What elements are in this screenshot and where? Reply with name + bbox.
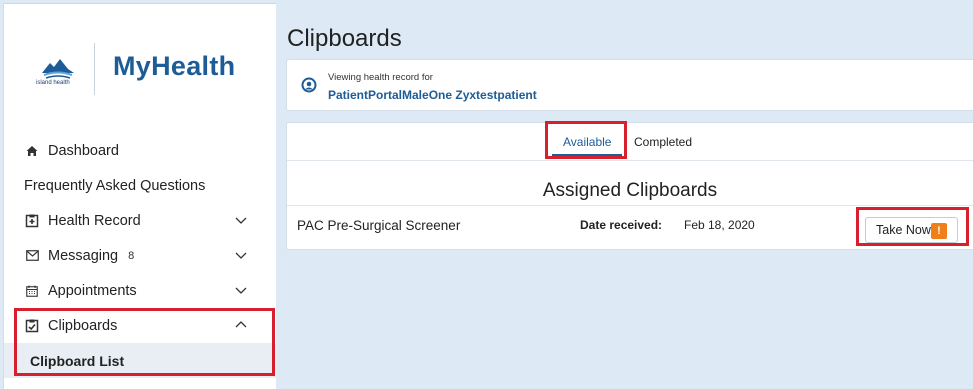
patient-banner: Viewing health record for PatientPortalM… xyxy=(286,59,973,111)
available-tab-highlight xyxy=(545,121,627,159)
sidebar-item-dashboard[interactable]: Dashboard xyxy=(4,133,277,168)
calendar-icon xyxy=(24,285,40,297)
brand-logo-text: island health xyxy=(36,80,70,86)
page-title: Clipboards xyxy=(287,25,402,52)
chevron-down-icon[interactable] xyxy=(235,284,247,296)
sidebar-item-label: Frequently Asked Questions xyxy=(24,177,206,194)
date-received-value: Feb 18, 2020 xyxy=(684,218,755,232)
section-title: Assigned Clipboards xyxy=(542,180,718,201)
chevron-down-icon[interactable] xyxy=(235,214,247,226)
sidebar-item-faq[interactable]: Frequently Asked Questions xyxy=(4,168,277,203)
patient-profile-icon xyxy=(301,77,317,93)
take-now-highlight xyxy=(856,207,969,246)
clipboard-name: PAC Pre-Surgical Screener xyxy=(297,218,461,233)
brand-name: MyHealth xyxy=(113,51,236,81)
sidebar-item-appointments[interactable]: Appointments xyxy=(4,273,277,308)
clipboards-nav-highlight xyxy=(14,308,275,376)
tabs-divider xyxy=(287,160,973,161)
medical-record-icon xyxy=(24,214,40,228)
chevron-down-icon[interactable] xyxy=(235,249,247,261)
row-divider xyxy=(287,205,973,206)
messaging-count-badge: 8 xyxy=(128,249,135,262)
brand-header[interactable]: island health MyHealth xyxy=(4,3,277,113)
patient-caption: Viewing health record for xyxy=(328,72,433,83)
sidebar-item-label: Health Record xyxy=(48,212,141,229)
home-icon xyxy=(24,145,40,157)
envelope-icon xyxy=(24,250,40,261)
date-received-label: Date received: xyxy=(580,218,663,232)
brand-divider xyxy=(94,43,95,95)
patient-name[interactable]: PatientPortalMaleOne Zyxtestpatient xyxy=(328,88,537,102)
tab-completed[interactable]: Completed xyxy=(634,135,692,149)
sidebar-item-label: Dashboard xyxy=(48,142,119,159)
island-health-logo-icon xyxy=(42,59,74,79)
sidebar-item-messaging[interactable]: Messaging 8 xyxy=(4,238,277,273)
sidebar-item-label: Messaging xyxy=(48,247,119,264)
sidebar-item-health-record[interactable]: Health Record xyxy=(4,203,277,238)
sidebar-item-label: Appointments xyxy=(48,282,137,299)
